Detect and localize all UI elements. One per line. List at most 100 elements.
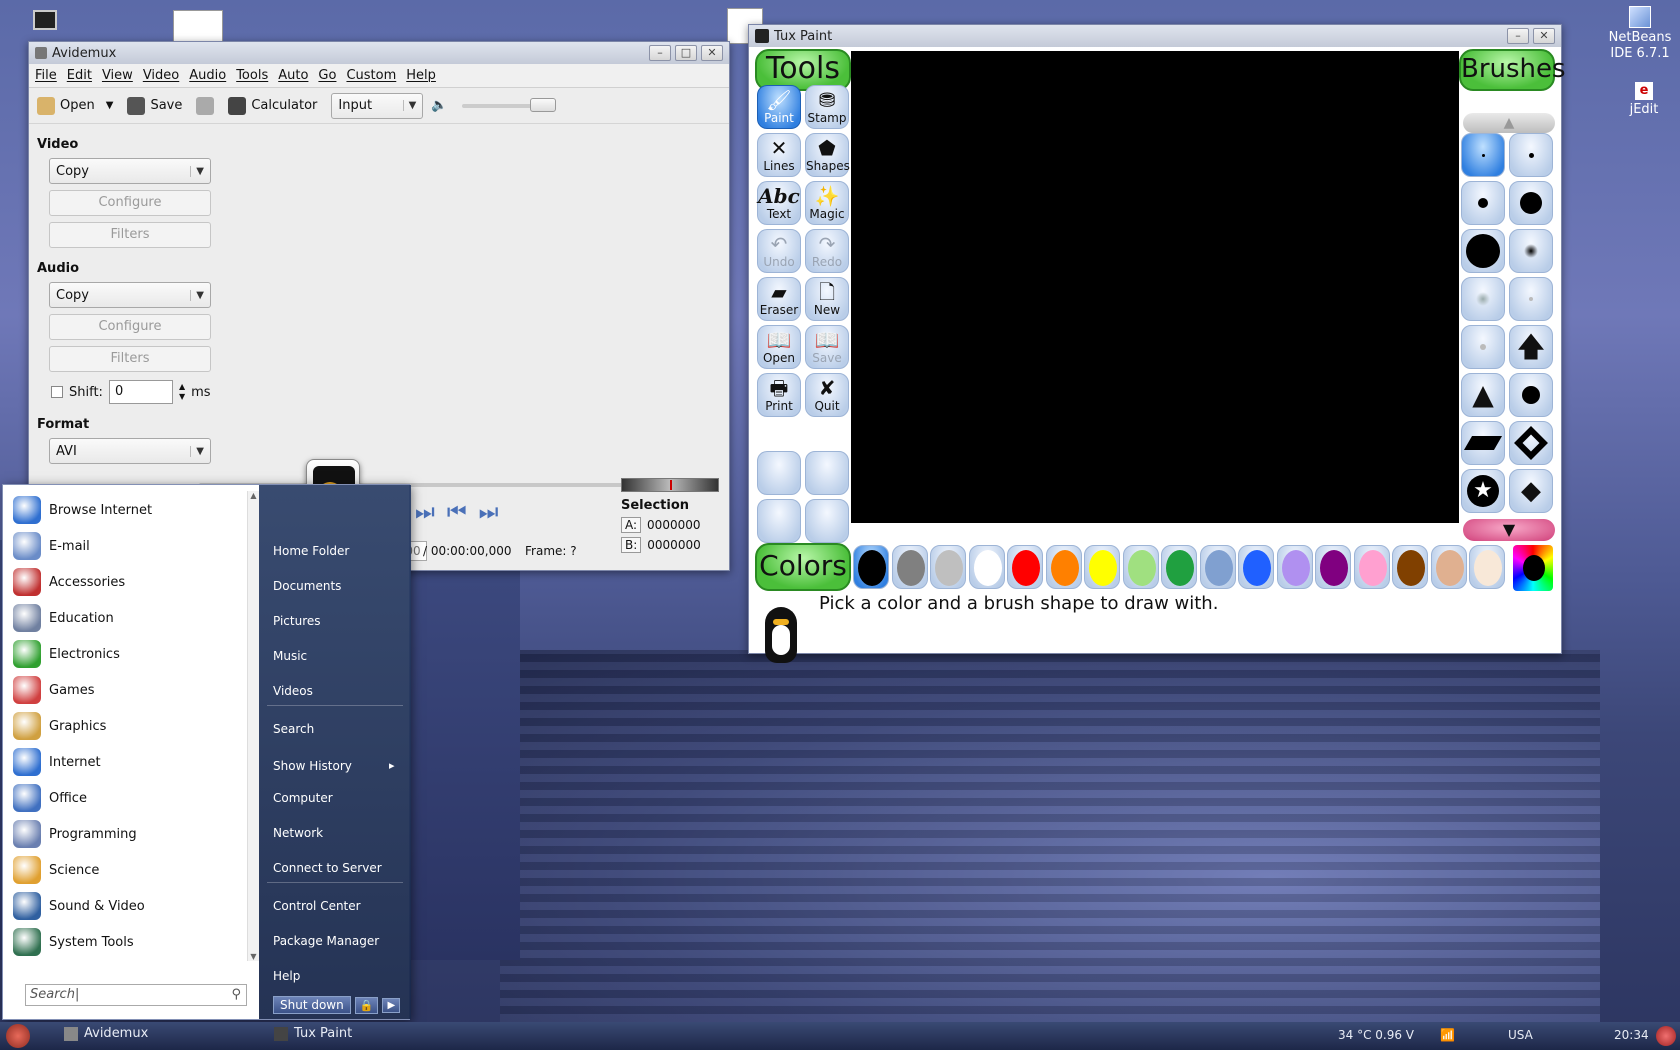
category-scrollbar[interactable]: ▲ ▼ <box>247 491 259 961</box>
category-electronics[interactable]: Electronics <box>13 637 120 671</box>
place-computer[interactable]: Computer <box>273 791 333 805</box>
tool-undo[interactable]: ↶ Undo <box>757 229 801 273</box>
volume-slider[interactable] <box>461 97 556 112</box>
network-icon[interactable]: 📶 <box>1440 1028 1455 1042</box>
tool-eraser[interactable]: ▰ Eraser <box>757 277 801 321</box>
close-button[interactable]: ✕ <box>1533 28 1555 44</box>
tool-quit[interactable]: ✘ Quit <box>805 373 849 417</box>
close-button[interactable]: ✕ <box>701 45 723 61</box>
menu-file[interactable]: File <box>35 68 57 83</box>
category-graphics[interactable]: Graphics <box>13 709 106 743</box>
tool-lines[interactable]: ✕ Lines <box>757 133 801 177</box>
input-select[interactable]: Input ▼ <box>331 92 424 119</box>
video-filters-button[interactable]: Filters <box>49 222 211 248</box>
color-swatch[interactable] <box>1045 545 1082 589</box>
save-button[interactable]: Save <box>127 96 182 115</box>
tool-open[interactable]: 📖 Open <box>757 325 801 369</box>
category-e-mail[interactable]: E-mail <box>13 529 90 563</box>
place-home-folder[interactable]: Home Folder <box>273 544 349 558</box>
next-keyframe-icon[interactable]: ⏭ <box>415 500 435 525</box>
goto-end-icon[interactable]: ⏭ <box>479 500 499 525</box>
brush-huge-dot[interactable] <box>1461 229 1505 273</box>
maximize-button[interactable]: □ <box>675 45 697 61</box>
tool-magic[interactable]: ✨ Magic <box>805 181 849 225</box>
color-swatch[interactable] <box>1007 545 1043 589</box>
menu-edit[interactable]: Edit <box>67 68 92 83</box>
color-swatch[interactable] <box>1353 545 1390 589</box>
place-control-center[interactable]: Control Center <box>273 899 361 913</box>
color-swatch[interactable] <box>930 545 966 589</box>
menu-audio[interactable]: Audio <box>189 68 226 83</box>
open-button[interactable]: Open ▼ <box>37 96 113 115</box>
color-swatch[interactable] <box>1469 545 1505 589</box>
brush-scroll-down-button[interactable]: ▼ <box>1463 519 1555 541</box>
brush-fuzzy-dot[interactable] <box>1509 229 1553 273</box>
place-pictures[interactable]: Pictures <box>273 614 321 628</box>
color-picker-rainbow[interactable] <box>1513 545 1553 591</box>
goto-start-icon[interactable]: ⏮ <box>447 500 467 525</box>
color-swatch[interactable] <box>1238 545 1274 589</box>
minimize-button[interactable]: – <box>649 45 671 61</box>
brush-arrow-up-icon[interactable]: 🡅 <box>1509 325 1553 369</box>
brush-small-dot[interactable] <box>1509 133 1553 177</box>
category-education[interactable]: Education <box>13 601 114 635</box>
shutdown-button[interactable]: Shut down 🔒 ▶ <box>273 995 401 1015</box>
color-swatch[interactable] <box>1430 545 1467 589</box>
brush-medium-dot[interactable] <box>1461 181 1505 225</box>
place-music[interactable]: Music <box>273 649 307 663</box>
category-internet[interactable]: Internet <box>13 745 101 779</box>
tool-paint[interactable]: 🖌 Paint <box>757 85 801 129</box>
color-swatch[interactable] <box>968 545 1005 589</box>
calculator-button[interactable]: Calculator <box>228 96 317 115</box>
tool-new[interactable]: 🗋 New <box>805 277 849 321</box>
avidemux-titlebar[interactable]: Avidemux – □ ✕ <box>29 42 729 64</box>
brush-parallelogram-icon[interactable] <box>1461 421 1505 465</box>
brush-scroll-up-button[interactable]: ▲ <box>1463 113 1555 133</box>
category-office[interactable]: Office <box>13 781 87 815</box>
shift-stepper[interactable]: ▲ ▼ <box>179 382 185 402</box>
color-swatch[interactable] <box>853 545 889 589</box>
audio-codec-select[interactable]: Copy ▼ <box>49 282 211 308</box>
start-menu-button[interactable] <box>6 1024 30 1048</box>
tool-stamp[interactable]: ⛃ Stamp <box>805 85 849 129</box>
netbeans-desktop-icon[interactable]: NetBeans IDE 6.7.1 <box>1600 6 1680 62</box>
shift-checkbox[interactable] <box>51 386 63 398</box>
place-show-history[interactable]: Show History <box>273 759 352 773</box>
taskbar-item-avidemux[interactable]: Avidemux <box>64 1026 148 1041</box>
brush-circle-icon[interactable] <box>1509 373 1553 417</box>
category-games[interactable]: Games <box>13 673 94 707</box>
audio-filters-button[interactable]: Filters <box>49 346 211 372</box>
format-select[interactable]: AVI ▼ <box>49 438 211 464</box>
video-codec-select[interactable]: Copy ▼ <box>49 158 211 184</box>
shift-input[interactable]: 0 <box>108 380 173 404</box>
place-videos[interactable]: Videos <box>273 684 313 698</box>
tool-redo[interactable]: ↷ Redo <box>805 229 849 273</box>
selection-a-button[interactable]: A: <box>621 517 642 533</box>
category-programming[interactable]: Programming <box>13 817 137 851</box>
menu-help[interactable]: Help <box>406 68 436 83</box>
brush-soft-dot[interactable] <box>1461 277 1505 321</box>
color-swatch[interactable] <box>1199 545 1236 589</box>
jedit-desktop-icon[interactable]: e jEdit <box>1614 82 1674 118</box>
drawing-canvas[interactable] <box>851 51 1459 523</box>
menu-go[interactable]: Go <box>318 68 336 83</box>
scroll-up-icon[interactable]: ▲ <box>248 491 259 500</box>
search-field[interactable]: Search| ⚲ <box>25 984 247 1006</box>
brush-diamond-icon[interactable]: ◆ <box>1509 469 1553 513</box>
selection-b-button[interactable]: B: <box>621 537 642 553</box>
properties-button[interactable] <box>196 96 215 115</box>
color-swatch[interactable] <box>1276 545 1313 589</box>
minimize-button[interactable]: – <box>1507 28 1529 44</box>
system-menu-icon[interactable] <box>1656 1026 1676 1046</box>
brush-star-icon[interactable]: ★ <box>1461 469 1505 513</box>
audio-configure-button[interactable]: Configure <box>49 314 211 340</box>
brush-tiny-dot[interactable] <box>1461 133 1505 177</box>
computer-desktop-icon[interactable] <box>30 10 60 32</box>
clock[interactable]: 20:34 <box>1614 1028 1649 1042</box>
brush-faint-dot[interactable] <box>1509 277 1553 321</box>
color-swatch[interactable] <box>1161 545 1197 589</box>
place-connect-to-server[interactable]: Connect to Server <box>273 861 382 875</box>
brush-triangle-icon[interactable]: ▲ <box>1461 373 1505 417</box>
tuxpaint-titlebar[interactable]: Tux Paint – ✕ <box>749 25 1561 47</box>
category-sound-video[interactable]: Sound & Video <box>13 889 145 923</box>
